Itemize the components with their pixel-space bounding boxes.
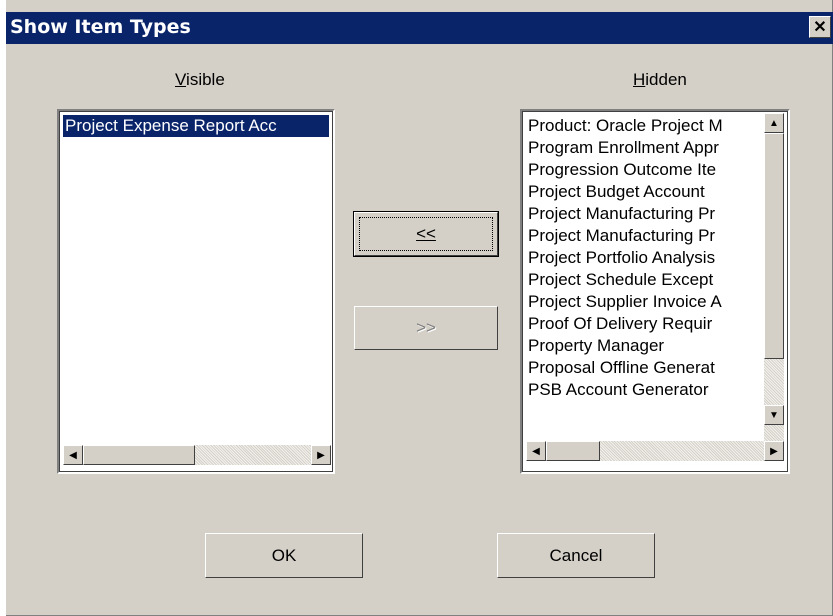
scroll-left-icon: ◀ (69, 449, 77, 461)
remove-button[interactable]: >> (354, 306, 498, 350)
cancel-button-label: Cancel (549, 545, 603, 565)
list-item[interactable]: Program Enrollment Appr (526, 137, 764, 159)
hidden-scroll-up-button[interactable]: ▲ (764, 113, 784, 133)
list-item[interactable]: Project Manufacturing Pr (526, 225, 764, 247)
visible-list: Project Expense Report Acc (63, 115, 329, 137)
focus-rect (359, 217, 493, 251)
window-title: Show Item Types (10, 16, 191, 38)
hidden-list: Product: Oracle Project M Program Enrollm… (526, 115, 764, 401)
hidden-scroll-left-button[interactable]: ◀ (526, 441, 546, 461)
scroll-down-icon: ▼ (769, 409, 779, 421)
visible-hscrollbar[interactable]: ◀ ▶ (63, 445, 331, 465)
title-bar[interactable]: Show Item Types ✕ (6, 12, 833, 44)
visible-label: Visible (175, 70, 225, 89)
close-icon: ✕ (813, 19, 827, 36)
scroll-left-icon: ◀ (532, 445, 540, 457)
visible-hscroll-thumb[interactable] (83, 445, 195, 465)
hidden-label-mnemonic: H (633, 70, 646, 89)
visible-scroll-right-button[interactable]: ▶ (311, 445, 331, 465)
hidden-hscroll-thumb[interactable] (546, 441, 600, 461)
hidden-hscrollbar[interactable]: ◀ ▶ (526, 441, 784, 461)
hidden-vscroll-thumb[interactable] (764, 133, 784, 359)
list-item[interactable]: Project Budget Account (526, 181, 764, 203)
list-item[interactable]: Proof Of Delivery Requir (526, 313, 764, 335)
hidden-listbox[interactable]: Product: Oracle Project M Program Enrollm… (520, 109, 790, 474)
list-item[interactable]: Product: Oracle Project M (526, 115, 764, 137)
list-item[interactable]: Property Manager (526, 335, 764, 357)
remove-button-label: >> (416, 318, 436, 337)
show-item-types-dialog: Show Item Types ✕ Visible Project Expens… (0, 0, 833, 616)
list-item[interactable]: Proposal Offline Generat (526, 357, 764, 379)
list-item[interactable]: PSB Account Generator (526, 379, 764, 401)
scroll-right-icon: ▶ (317, 449, 325, 461)
list-item[interactable]: Project Expense Report Acc (63, 115, 329, 137)
scroll-right-icon: ▶ (770, 445, 778, 457)
scroll-up-icon: ▲ (769, 117, 779, 129)
list-item[interactable]: Progression Outcome Ite (526, 159, 764, 181)
list-item[interactable]: Project Schedule Except (526, 269, 764, 291)
ok-button-label: OK (271, 545, 297, 565)
visible-listbox[interactable]: Project Expense Report Acc (57, 109, 335, 474)
hidden-scroll-down-button[interactable]: ▼ (764, 405, 784, 425)
close-button[interactable]: ✕ (809, 16, 831, 38)
cancel-button[interactable]: Cancel (497, 533, 655, 578)
list-item[interactable]: Project Portfolio Analysis (526, 247, 764, 269)
hidden-scroll-right-button[interactable]: ▶ (764, 441, 784, 461)
hidden-label: Hidden (633, 70, 687, 89)
ok-button[interactable]: OK (205, 533, 363, 578)
add-button[interactable]: << (353, 211, 499, 257)
visible-label-mnemonic: V (175, 70, 187, 89)
hidden-vscrollbar[interactable]: ▲ ▼ (764, 113, 784, 441)
window-edge (0, 0, 6, 616)
list-item[interactable]: Project Manufacturing Pr (526, 203, 764, 225)
list-item[interactable]: Project Supplier Invoice A (526, 291, 764, 313)
visible-scroll-left-button[interactable]: ◀ (63, 445, 83, 465)
